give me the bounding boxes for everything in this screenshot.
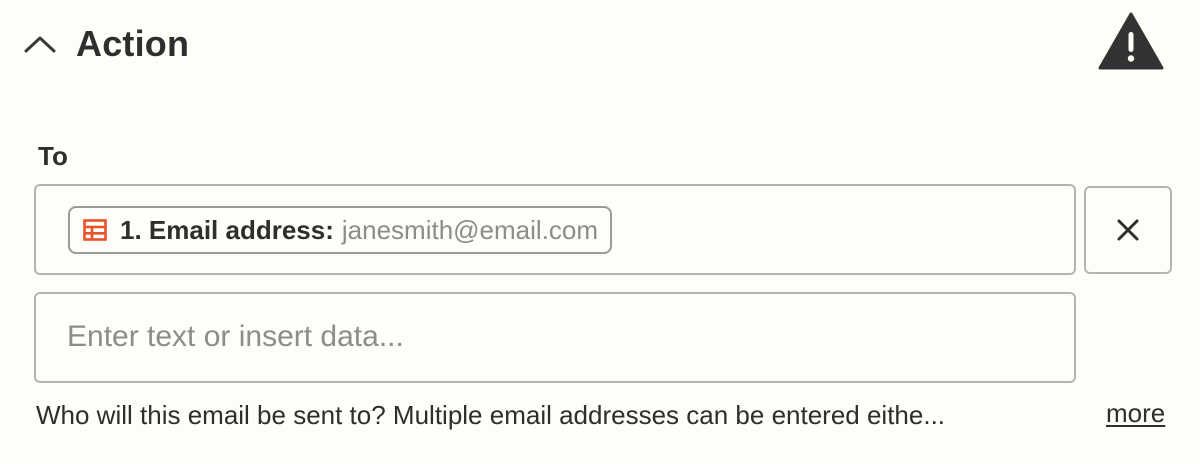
action-section-header: Action bbox=[0, 0, 1200, 90]
warning-triangle-icon[interactable] bbox=[1098, 12, 1164, 70]
pill-label: 1. Email address: bbox=[120, 215, 334, 245]
text-input-field[interactable]: Enter text or insert data... bbox=[34, 292, 1076, 383]
to-field-mapped-input[interactable]: 1. Email address: janesmith@email.com bbox=[34, 184, 1076, 275]
table-icon bbox=[82, 217, 108, 243]
close-icon bbox=[1117, 219, 1139, 241]
clear-value-button[interactable] bbox=[1084, 186, 1172, 274]
more-link[interactable]: more bbox=[1106, 396, 1165, 430]
chevron-up-icon bbox=[24, 36, 56, 53]
pill-value: janesmith@email.com bbox=[341, 215, 599, 245]
field-help-text: Who will this email be sent to? Multiple… bbox=[36, 400, 946, 430]
action-panel: Action To 1. Email address: janesmith@em… bbox=[0, 0, 1200, 464]
field-label-to: To bbox=[38, 141, 68, 171]
section-title: Action bbox=[76, 23, 190, 64]
collapse-button[interactable] bbox=[22, 26, 58, 62]
mapped-data-pill[interactable]: 1. Email address: janesmith@email.com bbox=[68, 206, 613, 254]
input-placeholder: Enter text or insert data... bbox=[67, 320, 404, 353]
